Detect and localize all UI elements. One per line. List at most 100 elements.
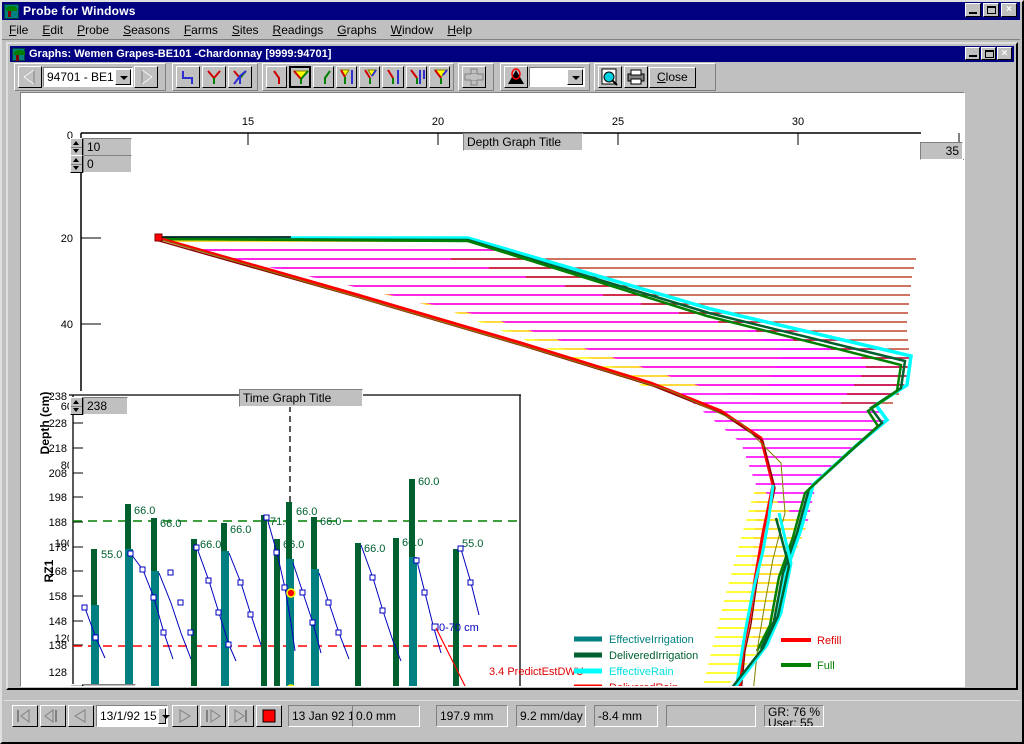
depth-y-tick-40: 40	[61, 319, 73, 331]
spin-buttons[interactable]	[70, 138, 83, 156]
nav-prev-button[interactable]	[68, 705, 94, 727]
status-rate: 9.2 mm/day	[516, 705, 586, 727]
move-cross-icon[interactable]	[462, 66, 486, 88]
graphs-window-title: Graphs: Wemen Grapes-BE101 -Chardonnay […	[29, 48, 331, 60]
time-graph-title[interactable]: Time Graph Title	[239, 389, 363, 407]
menu-item-graphs[interactable]: Graphs	[330, 21, 383, 39]
graph-type-group-a	[172, 63, 258, 91]
depth-y-axis-label: Depth (cm)	[38, 392, 52, 455]
menu-item-farms[interactable]: Farms	[177, 21, 225, 39]
plant-probe-icon	[4, 4, 19, 19]
print-icon[interactable]	[624, 66, 648, 88]
view-print-group: Close	[594, 63, 716, 91]
depth-y-tick-20: 20	[61, 233, 73, 245]
minimize-button[interactable]	[965, 3, 981, 17]
y-red-green-icon[interactable]	[202, 66, 226, 88]
magenta-hatch-region	[81, 133, 961, 687]
probe-depth-group	[500, 63, 590, 91]
graphs-maximize-button[interactable]	[981, 47, 996, 60]
spin-buttons-5[interactable]	[70, 684, 83, 687]
depth-x-tick-15: 15	[242, 116, 254, 128]
chevron-down-icon-2[interactable]	[567, 69, 583, 85]
probe-red-icon[interactable]	[504, 66, 528, 88]
main-window-controls: ×	[965, 3, 1017, 17]
depth-y-tick-100: 100	[55, 538, 73, 550]
reading-date-combo[interactable]: 13/1/92 15	[96, 705, 168, 727]
zoom-icon[interactable]	[598, 66, 622, 88]
depth-combo[interactable]	[529, 67, 585, 87]
depth-start-marker[interactable]	[155, 234, 162, 241]
reading-date-value: 13/1/92 15	[97, 709, 157, 723]
depth-x-axis-max-value[interactable]: 35	[920, 142, 963, 160]
nav-last-button[interactable]	[228, 705, 254, 727]
site-selector-group: 94701 - BE101	[14, 63, 166, 91]
nav-prev-page-button[interactable]	[40, 705, 66, 727]
menu-item-seasons[interactable]: Seasons	[116, 21, 177, 39]
main-titlebar: Probe for Windows ×	[2, 2, 1020, 20]
graphs-close-button[interactable]: ×	[997, 47, 1012, 60]
chevron-down-icon[interactable]	[115, 69, 131, 85]
close-button[interactable]: ×	[1001, 3, 1017, 17]
spin-buttons-2[interactable]	[70, 155, 83, 173]
depth-legend-full: Full	[817, 660, 835, 672]
depth-x-min-value[interactable]: 0	[83, 155, 132, 173]
stop-icon[interactable]	[256, 705, 282, 727]
spin-buttons-4[interactable]	[70, 397, 83, 415]
nav-next-button[interactable]	[172, 705, 198, 727]
depth-x-tick-30: 30	[792, 116, 804, 128]
menu-item-probe[interactable]: Probe	[70, 21, 116, 39]
close-graph-button[interactable]: Close	[649, 67, 696, 88]
status-total: 197.9 mm	[436, 705, 508, 727]
status-rain: 0.0 mm	[352, 705, 420, 727]
y-red-yellow-green-icon[interactable]	[359, 66, 380, 88]
graphs-window-icon	[12, 48, 25, 61]
single-red-line-icon[interactable]	[266, 66, 287, 88]
maximize-button[interactable]	[983, 3, 999, 17]
depth-x-min-spin[interactable]: 0	[70, 155, 132, 173]
depth-x-ticks: 15 20 25 30	[242, 116, 959, 145]
y-blue-overlay-icon[interactable]	[228, 66, 252, 88]
depth-x-max-spin[interactable]: 10	[70, 138, 132, 156]
y-red-blue-icon[interactable]	[382, 66, 403, 88]
y-red-blue-branch-icon[interactable]	[406, 66, 427, 88]
y-red-yellow-blue-icon[interactable]	[336, 66, 357, 88]
pan-tool-group	[458, 63, 494, 91]
previous-site-button[interactable]	[18, 66, 42, 88]
green-branch-icon[interactable]	[313, 66, 334, 88]
step-line-icon[interactable]	[176, 66, 200, 88]
funnel-yellow-icon[interactable]	[289, 66, 310, 88]
menu-item-file[interactable]: File	[2, 21, 35, 39]
menu-item-edit[interactable]: Edit	[35, 21, 70, 39]
site-combo-value: 94701 - BE101	[44, 70, 114, 84]
depth-y-tick-80: 80	[61, 460, 73, 472]
time-y-min-value[interactable]: 119	[83, 684, 136, 687]
menu-item-help[interactable]: Help	[440, 21, 479, 39]
depth-x-max-value[interactable]: 10	[83, 138, 132, 156]
depth-x-axis-max-spin[interactable]: 35	[920, 142, 965, 160]
status-gr-user: GR: 76 % User: 55 %	[764, 705, 824, 727]
nav-next-page-button[interactable]	[200, 705, 226, 727]
graph-type-group-b	[262, 63, 454, 91]
menu-item-sites[interactable]: Sites	[225, 21, 266, 39]
status-user: User: 55 %	[768, 718, 823, 727]
graphs-window-controls: ×	[965, 47, 1012, 60]
graphs-minimize-button[interactable]	[965, 47, 980, 60]
site-combo[interactable]: 94701 - BE101	[43, 67, 133, 87]
funnel-yellow-red-blue-icon[interactable]	[429, 66, 450, 88]
chevron-down-icon-3[interactable]	[158, 708, 166, 724]
time-y-max-spin[interactable]: 238	[70, 397, 128, 415]
depth-graph: 15 20 25 30 0 20 40 60 80 100 120	[21, 93, 965, 687]
depth-y-tick-120: 120	[55, 633, 73, 645]
next-site-button[interactable]	[134, 66, 158, 88]
time-y-min-spin[interactable]: 119	[70, 684, 136, 687]
spin-buttons-3[interactable]	[963, 142, 965, 160]
menu-item-window[interactable]: Window	[384, 21, 441, 39]
menu-item-readings[interactable]: Readings	[266, 21, 331, 39]
menu-bar: File Edit Probe Seasons Farms Sites Read…	[2, 20, 1020, 40]
depth-graph-title[interactable]: Depth Graph Title	[463, 133, 583, 151]
nav-first-button[interactable]	[12, 705, 38, 727]
application-window: Probe for Windows × File Edit Probe Seas…	[0, 0, 1024, 744]
time-y-max-value[interactable]: 238	[83, 397, 128, 415]
graph-client-area: 15 20 25 30 0 20 40 60 80 100 120	[20, 92, 965, 687]
status-bar: 13/1/92 15 13 Jan 92 15:00 0.0 mm 197.9 …	[4, 700, 1020, 730]
